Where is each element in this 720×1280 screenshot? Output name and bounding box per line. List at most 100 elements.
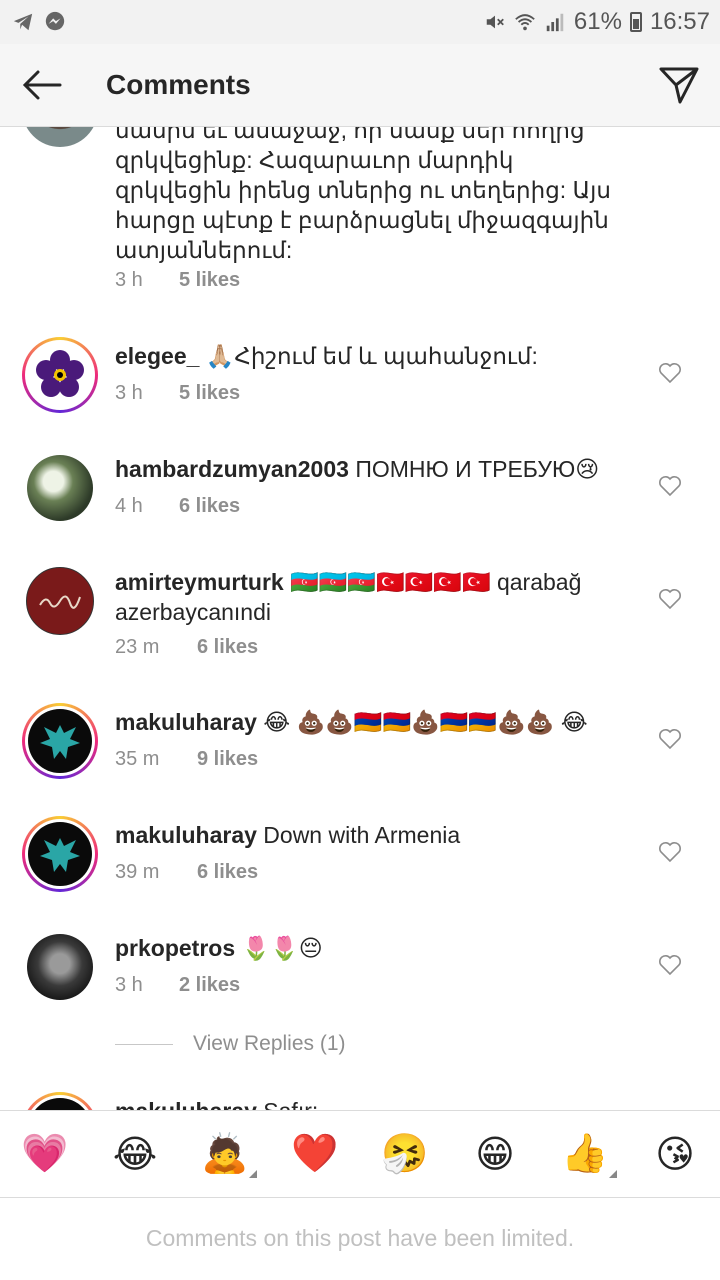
calligraphy-icon: [39, 595, 81, 609]
divider: [115, 1043, 173, 1045]
like-heart-icon[interactable]: [658, 361, 682, 385]
skin-tone-indicator: [609, 1170, 617, 1178]
comment-body: Down with Armenia: [256, 822, 461, 848]
bowing-person-icon: 🙇: [201, 1133, 249, 1175]
comment-text: makuluharay Safır:: [115, 1096, 635, 1110]
comment-text: մասիս եւ անաջաջ, որ մամք մեր հողից զրկվե…: [115, 127, 635, 265]
comment-likes[interactable]: 5 likes: [179, 269, 240, 292]
view-replies-label: View Replies (1): [193, 1032, 346, 1055]
comment-body: Safır:: [257, 1098, 318, 1110]
comment-username[interactable]: elegee_: [115, 343, 199, 369]
comment-time: 4 h: [115, 495, 143, 517]
emoji-button[interactable]: 😘: [645, 1132, 705, 1177]
comments-limited-notice: Comments on this post have been limited.: [145, 1225, 575, 1251]
comment-username[interactable]: makuluharay: [115, 1098, 257, 1110]
forget-me-not-icon: [36, 350, 84, 397]
comment-likes[interactable]: 5 likes: [179, 382, 240, 405]
sneezing-face-icon: 🤧: [381, 1133, 429, 1175]
status-bar: 61% 16:57: [0, 0, 720, 44]
back-button[interactable]: [0, 44, 84, 126]
emoji-button[interactable]: 🤧: [375, 1132, 435, 1176]
emoji-button[interactable]: 👍: [555, 1132, 617, 1178]
comment-username[interactable]: prkopetros: [115, 935, 235, 961]
comment-likes[interactable]: 2 likes: [179, 974, 240, 997]
comment-likes[interactable]: 6 likes: [197, 636, 258, 659]
comment-time: 23 m: [115, 636, 160, 658]
avatar[interactable]: [22, 703, 98, 779]
avatar[interactable]: [22, 337, 98, 413]
red-heart-icon: ❤️: [291, 1133, 339, 1175]
comment-text: prkopetros 🌷🌷😔: [115, 933, 635, 963]
comment-meta: 3 h 5 likes: [115, 269, 240, 292]
share-button[interactable]: [638, 44, 720, 126]
comment-body: մասիս եւ անաջաջ, որ մամք մեր հողից զրկվե…: [115, 127, 611, 263]
comment-likes[interactable]: 9 likes: [197, 748, 258, 771]
avatar[interactable]: [22, 1092, 98, 1110]
comment-text: makuluharay 😂 💩💩🇦🇲🇦🇲💩🇦🇲🇦🇲💩💩 😂: [115, 707, 635, 737]
comment-body: 🙏🏼Հիշում եմ և պահանջում:: [199, 343, 538, 369]
avatar[interactable]: [22, 816, 98, 892]
comment-meta: 23 m 6 likes: [115, 636, 258, 659]
avatar[interactable]: [22, 563, 98, 639]
like-heart-icon[interactable]: [658, 840, 682, 864]
emoji-button[interactable]: 😂: [105, 1132, 165, 1177]
page-title: Comments: [106, 69, 251, 100]
signal-icon: [546, 13, 564, 32]
comment-meta: 35 m 9 likes: [115, 748, 258, 771]
comment-time: 3 h: [115, 974, 143, 996]
comment-text: makuluharay Down with Armenia: [115, 820, 635, 850]
comment-body: 😂 💩💩🇦🇲🇦🇲💩🇦🇲🇦🇲💩💩 😂: [256, 709, 588, 735]
paper-plane-icon: [659, 67, 699, 104]
comment-text: elegee_ 🙏🏼Հիշում եմ և պահանջում:: [115, 341, 635, 371]
comment-username[interactable]: amirteymurturk: [115, 569, 284, 595]
comment-likes[interactable]: 6 likes: [197, 861, 258, 884]
avatar[interactable]: [22, 127, 98, 147]
clock: 16:57: [649, 8, 710, 35]
wifi-icon: [515, 14, 535, 31]
mute-icon: [486, 15, 504, 29]
emoji-bar: 💗 😂 🙇 ❤️ 🤧 😁 👍 😘: [0, 1110, 720, 1198]
like-heart-icon[interactable]: [658, 474, 682, 498]
comment-likes[interactable]: 6 likes: [179, 495, 240, 518]
comment-meta: 4 h 6 likes: [115, 495, 240, 518]
comments-list: մասիս եւ անաջաջ, որ մամք մեր հողից զրկվե…: [0, 127, 720, 1110]
comment-body: ПОМНЮ И ТРЕБУЮ😢: [348, 456, 600, 482]
avatar[interactable]: [22, 450, 98, 526]
comment-username[interactable]: makuluharay: [115, 709, 257, 735]
view-replies-button[interactable]: View Replies (1): [115, 1032, 346, 1056]
comment-time: 35 m: [115, 748, 160, 770]
grinning-face-icon: 😁: [475, 1133, 515, 1176]
comment-meta: 3 h 2 likes: [115, 974, 240, 997]
comment-time: 3 h: [115, 269, 143, 291]
app-header: Comments: [0, 44, 720, 127]
battery-percent: 61%: [573, 8, 622, 35]
arrow-left-icon: [22, 70, 62, 100]
telegram-icon: [13, 13, 33, 31]
comment-username[interactable]: hambardzumyan2003: [115, 456, 349, 482]
comment-text: hambardzumyan2003 ПОМНЮ И ТРЕБУЮ😢: [115, 454, 635, 484]
like-heart-icon[interactable]: [658, 587, 682, 611]
comment-time: 39 m: [115, 861, 160, 883]
thumbs-up-icon: 👍: [561, 1133, 609, 1175]
comment-meta: 3 h 5 likes: [115, 382, 240, 405]
emoji-button[interactable]: 🙇: [195, 1132, 257, 1178]
messenger-icon: [45, 11, 65, 31]
emoji-button[interactable]: 😁: [465, 1132, 525, 1177]
kissing-face-icon: 😘: [655, 1133, 695, 1176]
tears-of-joy-icon: 😂: [112, 1133, 158, 1176]
comment-time: 3 h: [115, 382, 143, 404]
comment-body: 🌷🌷😔: [235, 935, 323, 961]
pink-heart-icon: 💗: [21, 1133, 69, 1175]
eagle-emblem-icon: [40, 725, 80, 759]
avatar[interactable]: [22, 929, 98, 1005]
comment-text: amirteymurturk 🇦🇿🇦🇿🇦🇿🇹🇷🇹🇷🇹🇷🇹🇷 qarabağ az…: [115, 567, 635, 627]
emoji-button[interactable]: 💗: [15, 1132, 75, 1176]
comment-username[interactable]: makuluharay: [115, 822, 257, 848]
eagle-emblem-icon: [40, 838, 80, 872]
battery-icon: [629, 12, 642, 32]
like-heart-icon[interactable]: [658, 727, 682, 751]
emoji-button[interactable]: ❤️: [285, 1132, 345, 1176]
skin-tone-indicator: [249, 1170, 257, 1178]
comment-meta: 39 m 6 likes: [115, 861, 258, 884]
like-heart-icon[interactable]: [658, 953, 682, 977]
